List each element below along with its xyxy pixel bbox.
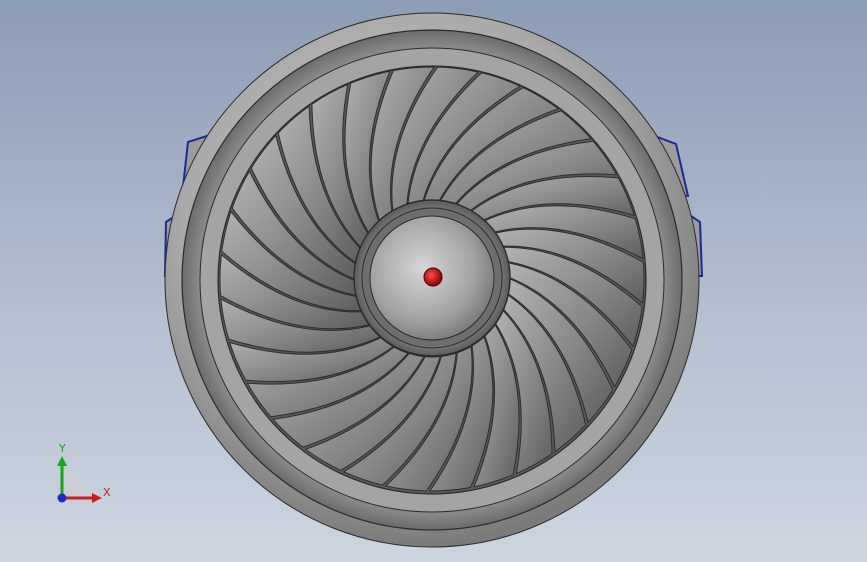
coordinate-triad: Y X xyxy=(57,442,111,503)
x-axis-label: X xyxy=(103,486,111,499)
x-axis-arrow-icon xyxy=(92,493,102,503)
y-axis-arrow-icon xyxy=(57,456,67,466)
engine-model-view[interactable] xyxy=(0,0,867,562)
cad-viewport[interactable]: Y X xyxy=(0,0,867,562)
y-axis-label: Y xyxy=(58,442,66,455)
z-axis-dot xyxy=(57,493,67,503)
triad-plane-indicator xyxy=(62,470,90,498)
spinner-tip xyxy=(423,267,443,287)
